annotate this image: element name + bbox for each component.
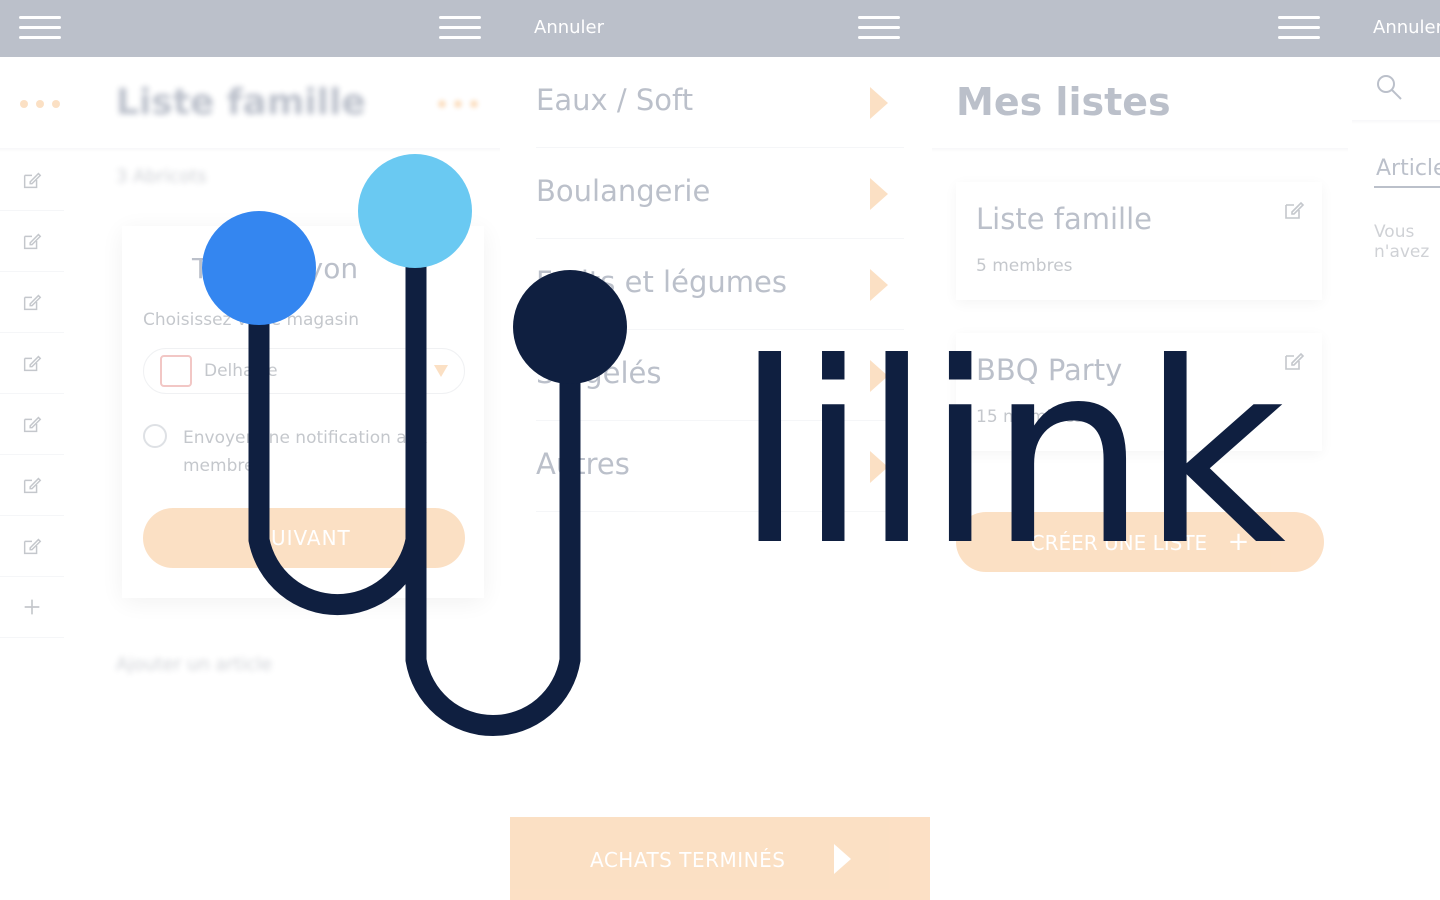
logo-dot-dark bbox=[513, 270, 627, 384]
lilink-wordmark: lilink bbox=[735, 309, 1286, 600]
logo-dot-blue bbox=[202, 211, 316, 325]
logo-dot-light-blue bbox=[358, 154, 472, 268]
